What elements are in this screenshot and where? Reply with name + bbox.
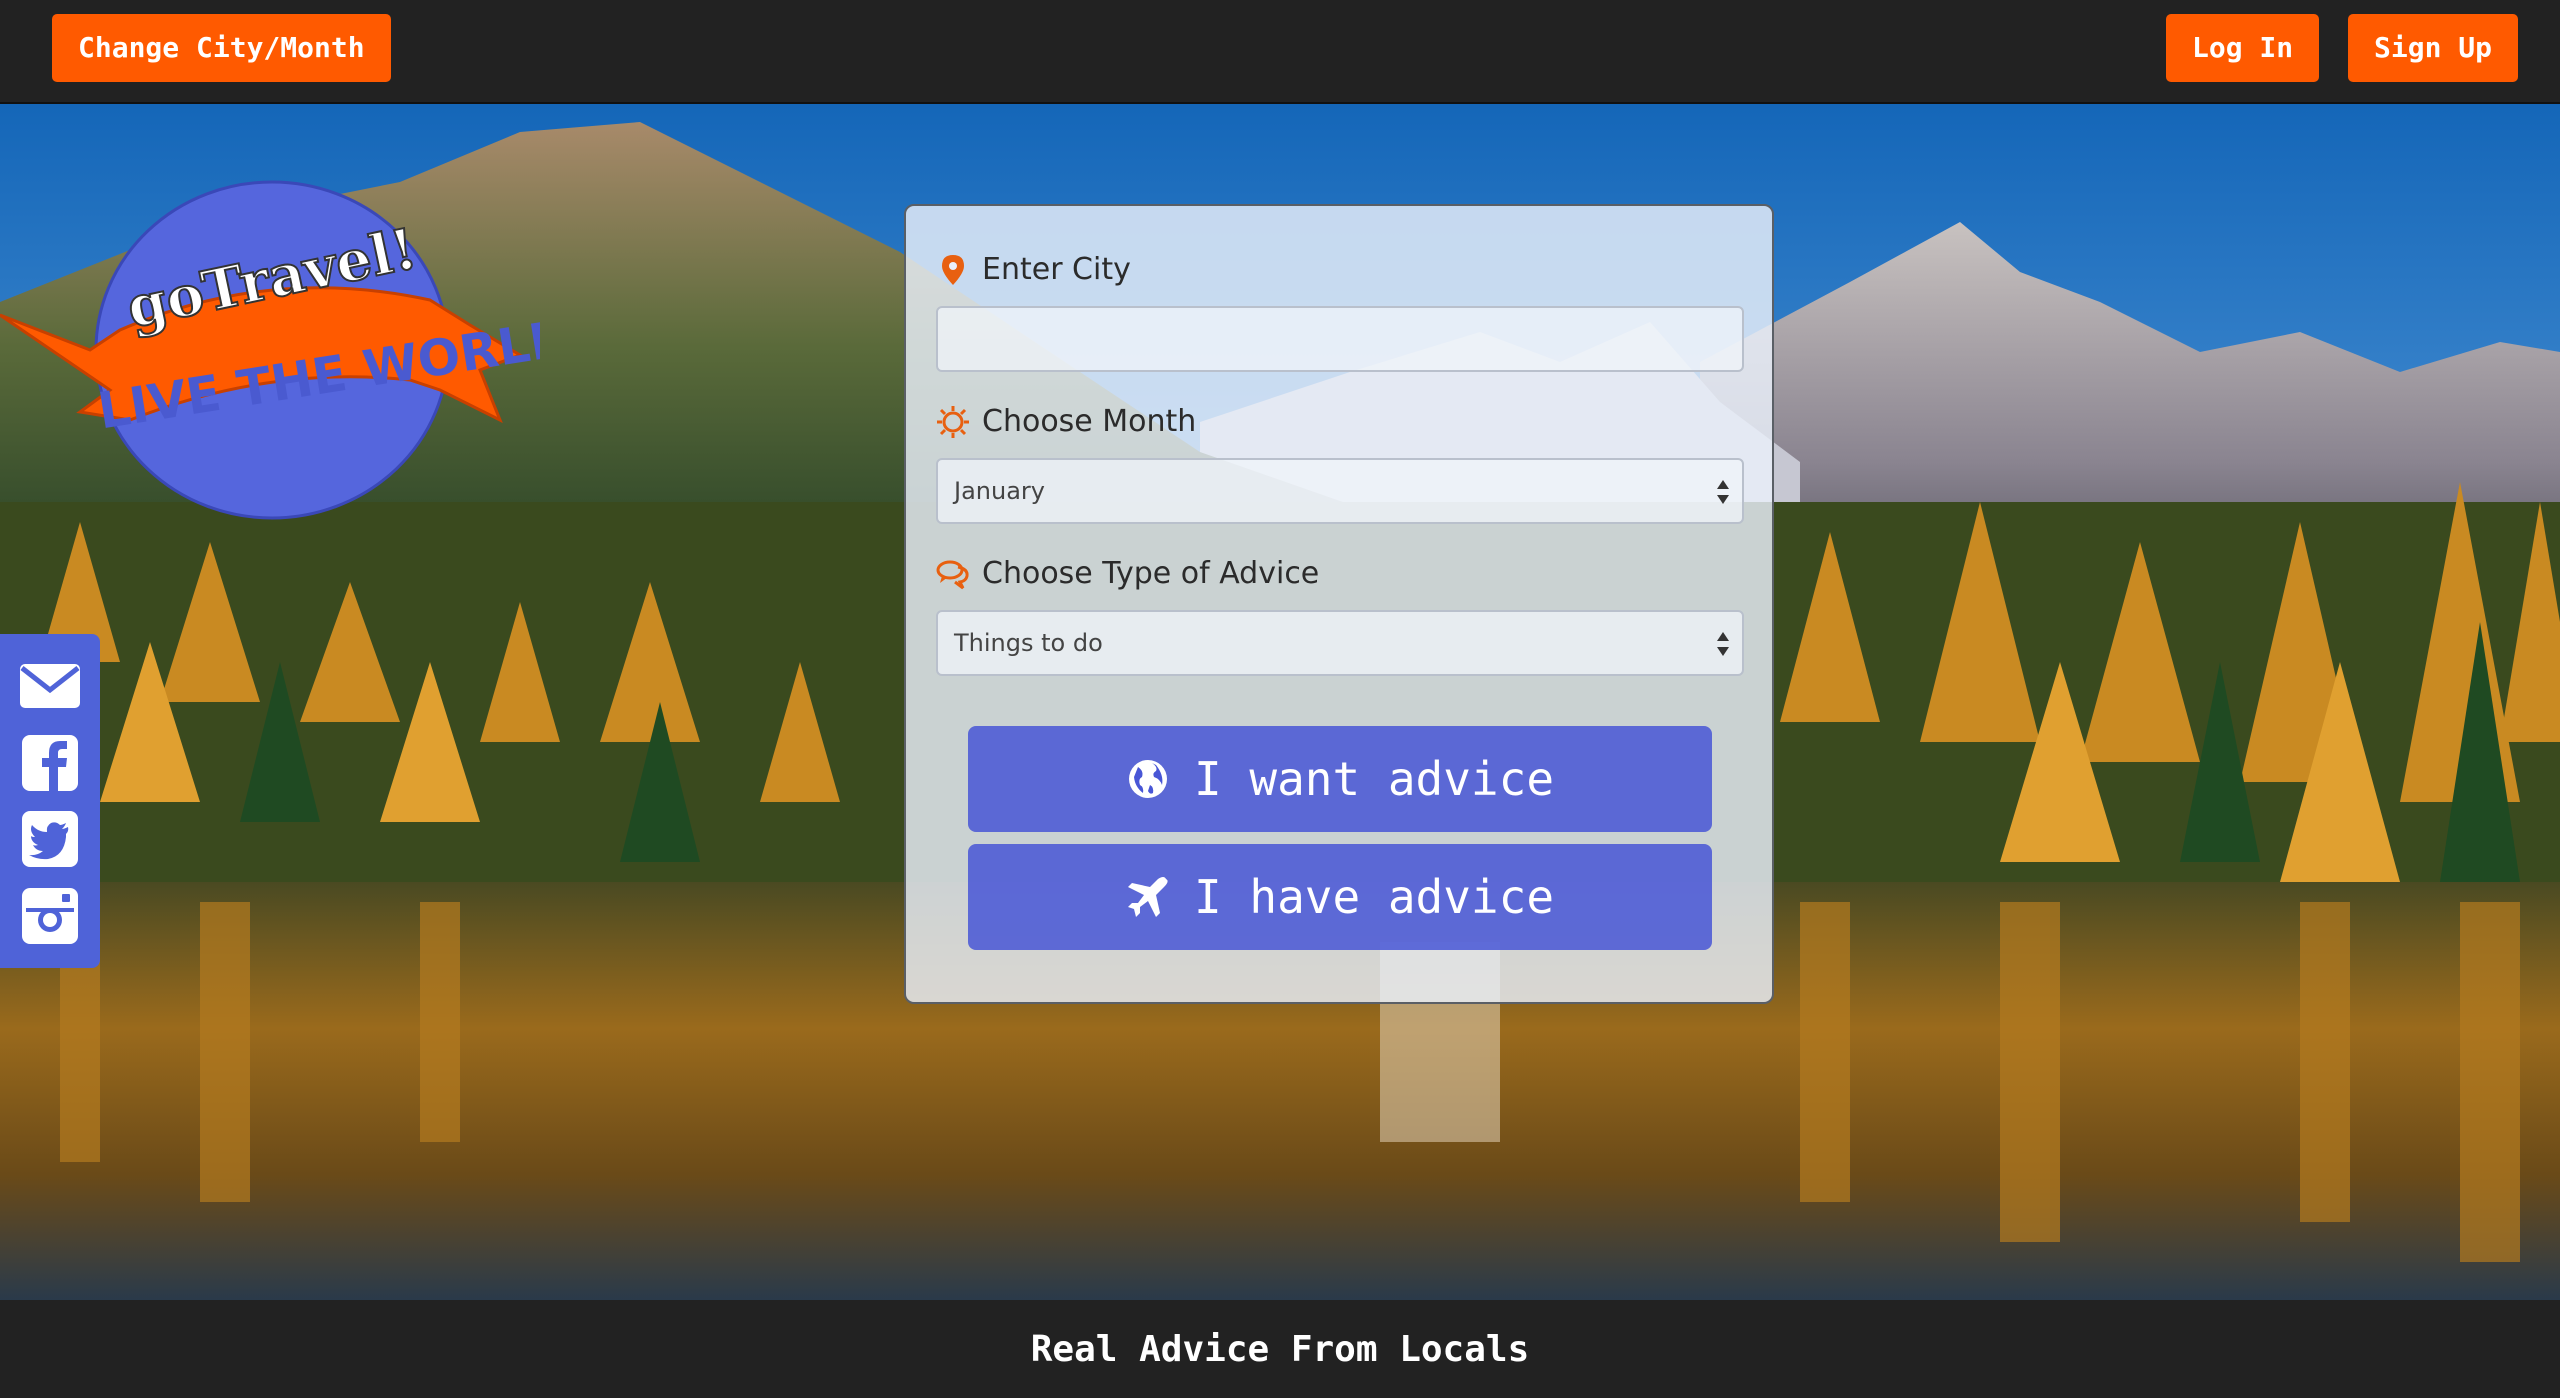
twitter-icon	[22, 811, 78, 868]
have-advice-button[interactable]: I have advice	[968, 844, 1712, 950]
sun-icon	[936, 405, 970, 439]
month-selected-value: January	[954, 477, 1045, 505]
have-advice-label: I have advice	[1193, 870, 1555, 924]
month-label-text: Choose Month	[982, 404, 1197, 439]
footer-tagline: Real Advice From Locals	[1030, 1328, 1530, 1370]
month-select[interactable]: January	[936, 458, 1744, 524]
instagram-icon	[22, 887, 78, 944]
login-button[interactable]: Log In	[2166, 14, 2320, 82]
want-advice-button[interactable]: I want advice	[968, 726, 1712, 832]
city-label-text: Enter City	[982, 252, 1131, 287]
advice-type-label-text: Choose Type of Advice	[982, 556, 1320, 591]
change-city-month-button[interactable]: Change City/Month	[52, 14, 391, 82]
facebook-icon	[22, 734, 78, 791]
month-label: Choose Month	[936, 404, 1196, 439]
footer-bar: Real Advice From Locals	[0, 1300, 2560, 1398]
signup-button[interactable]: Sign Up	[2348, 14, 2519, 82]
gotravel-logo[interactable]: goTravel! LIVE THE WORLD	[0, 150, 575, 530]
chat-bubbles-icon	[936, 557, 970, 591]
top-navbar: Change City/Month Log In Sign Up	[0, 0, 2560, 104]
map-marker-icon	[936, 253, 970, 287]
twitter-link[interactable]	[18, 807, 82, 871]
email-link[interactable]	[18, 654, 82, 718]
logo-graphic: goTravel! LIVE THE WORLD	[0, 180, 575, 520]
advice-type-label: Choose Type of Advice	[936, 556, 1319, 591]
select-arrows-icon	[1716, 478, 1730, 506]
envelope-icon	[20, 664, 80, 709]
want-advice-label: I want advice	[1193, 752, 1555, 806]
advice-type-select[interactable]: Things to do	[936, 610, 1744, 676]
instagram-link[interactable]	[18, 884, 82, 948]
city-label: Enter City	[936, 252, 1131, 287]
advice-type-selected-value: Things to do	[954, 629, 1103, 657]
facebook-link[interactable]	[18, 731, 82, 795]
globe-icon	[1126, 757, 1170, 801]
plane-icon	[1126, 875, 1170, 919]
select-arrows-icon	[1716, 630, 1730, 658]
social-sidebar	[0, 634, 100, 968]
advice-form-card: Enter City Choose Month January Choose T…	[904, 204, 1774, 1004]
city-input[interactable]	[936, 306, 1744, 372]
